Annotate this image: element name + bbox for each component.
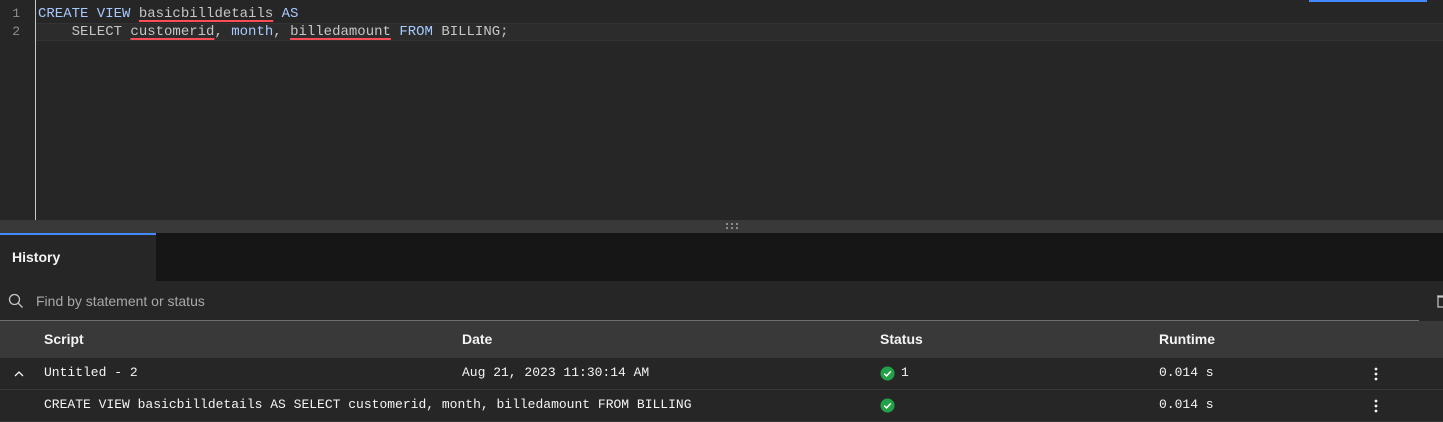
tab-history[interactable]: History: [0, 233, 156, 281]
code-token-keyword: month: [231, 24, 274, 40]
results-tab-bar: History: [0, 233, 1443, 281]
table-row[interactable]: CREATE VIEW basicbilldetails AS SELECT c…: [0, 390, 1443, 422]
checkmark-filled-icon: [880, 398, 895, 413]
search-icon: [8, 293, 23, 308]
panel-resize-handle[interactable]: [0, 220, 1443, 233]
row-date: Aug 21, 2023 11:30:14 AM: [462, 365, 650, 380]
column-header-date[interactable]: Date: [462, 331, 492, 347]
editor-top-accent: [1309, 0, 1427, 2]
code-token-error: basicbilldetails: [138, 6, 274, 22]
drag-handle-icon[interactable]: [726, 223, 740, 231]
line-number-gutter: 1 2: [0, 0, 35, 220]
overflow-menu-vertical-icon[interactable]: [1368, 397, 1384, 415]
chevron-up-icon[interactable]: [13, 368, 25, 380]
code-token-keyword: FROM: [399, 24, 433, 40]
search-input[interactable]: [36, 289, 1416, 313]
code-token: SELECT: [38, 24, 131, 40]
code-token: ,: [273, 24, 291, 40]
code-line-2[interactable]: SELECT customerid, month, billedamount F…: [38, 23, 509, 41]
row-runtime: 0.014 s: [1159, 365, 1214, 380]
history-table-header: Script Date Status Runtime: [0, 321, 1443, 358]
column-header-runtime[interactable]: Runtime: [1159, 331, 1215, 347]
trash-icon[interactable]: [1437, 294, 1443, 308]
sql-editor[interactable]: 1 2 CREATE VIEW basicbilldetails AS SELE…: [0, 0, 1443, 220]
code-token-keyword: CREATE VIEW: [38, 6, 139, 22]
overflow-menu-vertical-icon[interactable]: [1368, 365, 1384, 383]
code-token-keyword: AS: [281, 6, 299, 22]
code-token: BILLING;: [432, 24, 509, 40]
row-script: Untitled - 2: [44, 365, 138, 380]
code-token-error: billedamount: [290, 24, 391, 40]
table-row[interactable]: Untitled - 2 Aug 21, 2023 11:30:14 AM 1 …: [0, 358, 1443, 390]
history-search: [0, 281, 1443, 321]
line-number: 2: [12, 24, 20, 39]
code-token-error: customerid: [130, 24, 215, 40]
code-token: ,: [214, 24, 232, 40]
column-header-status[interactable]: Status: [880, 331, 923, 347]
tab-history-label: History: [12, 249, 61, 265]
row-script: CREATE VIEW basicbilldetails AS SELECT c…: [44, 397, 692, 412]
column-header-script[interactable]: Script: [44, 331, 84, 347]
checkmark-filled-icon: [880, 366, 895, 381]
row-runtime: 0.014 s: [1159, 397, 1214, 412]
line-number: 1: [12, 6, 20, 21]
row-status-count: 1: [901, 365, 909, 380]
code-line-1[interactable]: CREATE VIEW basicbilldetails AS: [38, 5, 298, 23]
